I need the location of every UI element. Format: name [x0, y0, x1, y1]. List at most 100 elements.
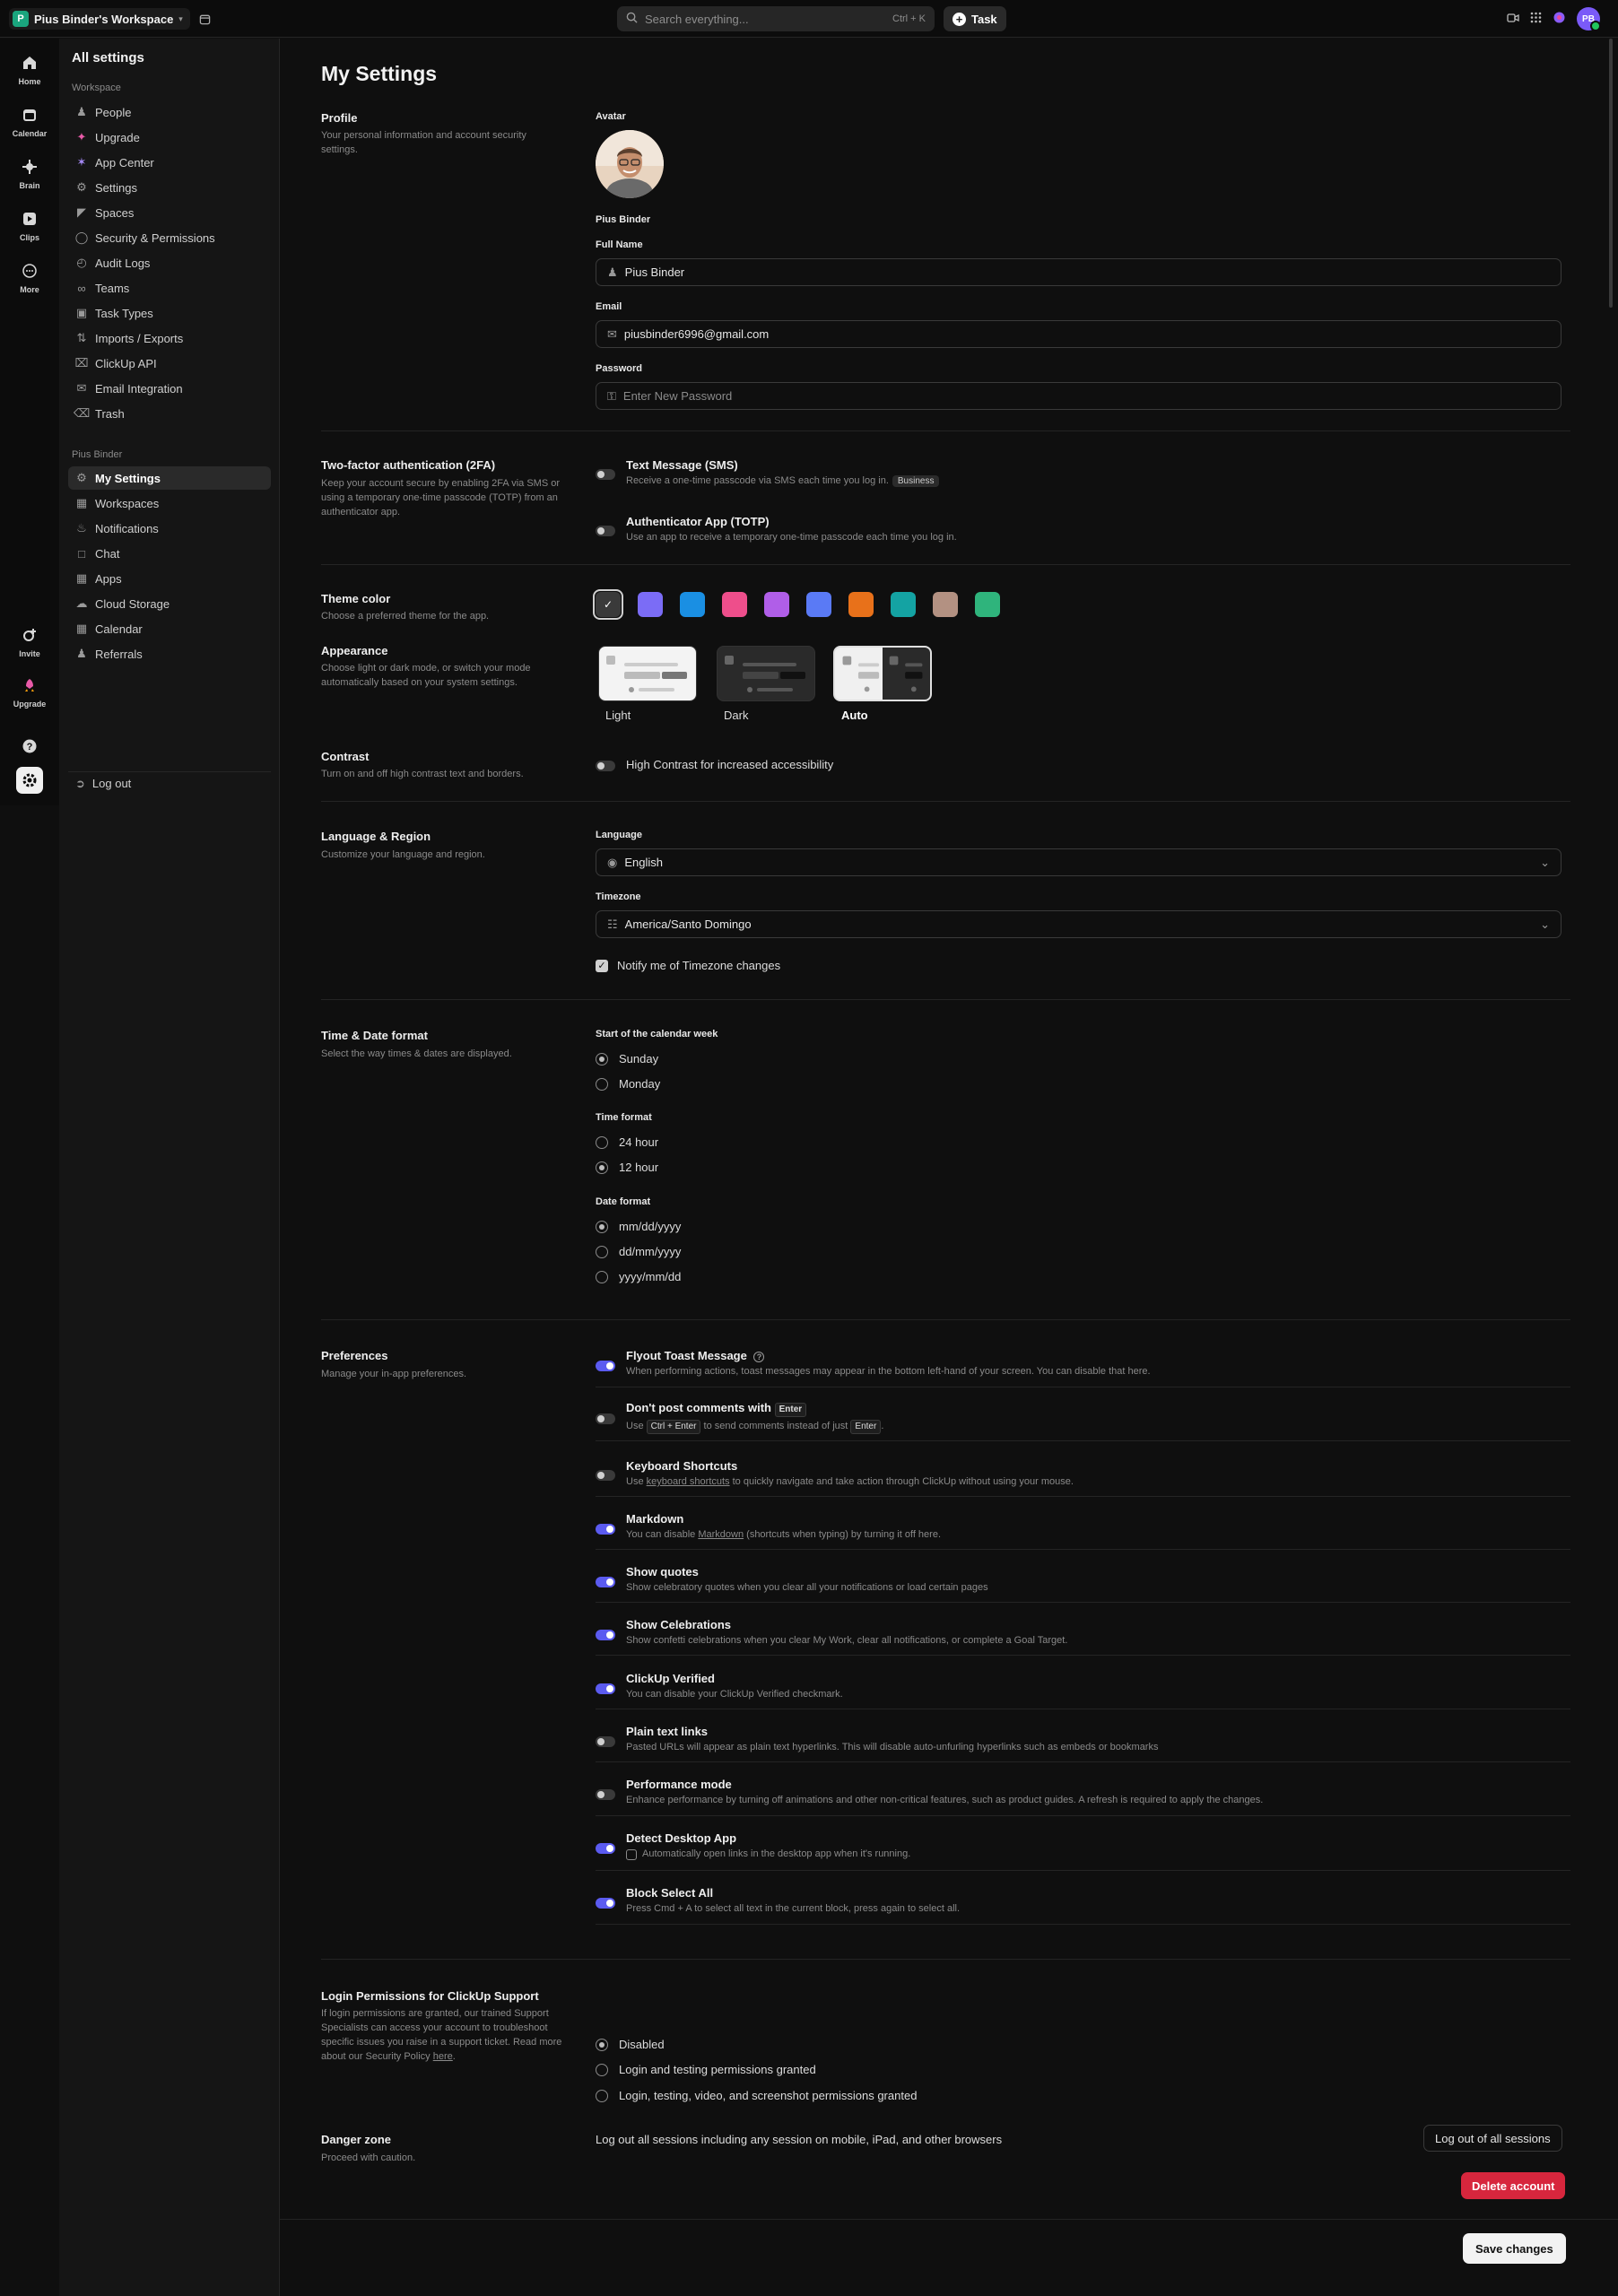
- plain-text-links-toggle[interactable]: [596, 1736, 615, 1747]
- search-placeholder: Search everything...: [645, 12, 749, 26]
- profile-avatar[interactable]: [596, 130, 664, 198]
- video-icon[interactable]: [1507, 13, 1519, 26]
- sidebar-item-notifications[interactable]: ♨ Notifications: [68, 517, 271, 540]
- rail-settings[interactable]: [0, 767, 59, 794]
- language-select[interactable]: ◉ English ⌄: [596, 848, 1561, 876]
- security-policy-link[interactable]: here: [433, 2051, 453, 2062]
- scrollbar-thumb[interactable]: [1609, 39, 1613, 308]
- totp-2fa-toggle[interactable]: [596, 526, 615, 536]
- theme-swatch-orange[interactable]: [848, 592, 874, 617]
- theme-swatch-mocha[interactable]: [933, 592, 958, 617]
- delete-account-button[interactable]: Delete account: [1461, 2172, 1566, 2199]
- password-field[interactable]: ⚿ Enter New Password: [596, 382, 1561, 410]
- sidebar-item-settings[interactable]: ⚙ Settings: [68, 176, 271, 199]
- keyboard-rest: to quickly navigate and take action thro…: [732, 1476, 1074, 1487]
- sidebar-item-people[interactable]: ♟ People: [68, 100, 271, 124]
- week-sunday-radio[interactable]: [596, 1053, 608, 1065]
- appearance-light-card[interactable]: [598, 646, 697, 701]
- section-divider: [321, 801, 1570, 802]
- notify-timezone-checkbox[interactable]: ✓: [596, 960, 608, 972]
- keyboard-shortcuts-link[interactable]: keyboard shortcuts: [647, 1476, 730, 1487]
- ai-brain-icon[interactable]: [1553, 11, 1566, 27]
- new-task-button[interactable]: + Task: [944, 6, 1006, 31]
- sidebar-item-label: Settings: [95, 180, 137, 195]
- gear-icon: ⚙: [76, 471, 87, 484]
- perm-login-testing-radio[interactable]: [596, 2064, 608, 2076]
- rail-brain[interactable]: Brain: [0, 155, 59, 190]
- appearance-dark-card[interactable]: [717, 646, 815, 701]
- perm-disabled-radio[interactable]: [596, 2039, 608, 2051]
- rail-help[interactable]: ?: [0, 735, 59, 758]
- sidebar-item-spaces[interactable]: ◤ Spaces: [68, 201, 271, 224]
- email-value: piusbinder6996@gmail.com: [623, 327, 770, 341]
- calendar-icon: [18, 103, 41, 126]
- markdown-toggle[interactable]: [596, 1524, 615, 1535]
- sidebar-item-upgrade[interactable]: ✦ Upgrade: [68, 126, 271, 149]
- sidebar-item-imports-exports[interactable]: ⇅ Imports / Exports: [68, 326, 271, 350]
- sidebar-item-app-center[interactable]: ✶ App Center: [68, 151, 271, 174]
- logout-all-sessions-button[interactable]: Log out of all sessions: [1423, 2125, 1562, 2152]
- calendar-icon[interactable]: [196, 10, 213, 28]
- rail-clips[interactable]: Clips: [0, 207, 59, 242]
- user-avatar[interactable]: PB: [1577, 7, 1601, 31]
- theme-swatch-teal[interactable]: [891, 592, 916, 617]
- sidebar-item-security[interactable]: ◯ Security & Permissions: [68, 226, 271, 249]
- theme-swatch-pink[interactable]: [722, 592, 747, 617]
- theme-swatch-indigo[interactable]: [806, 592, 831, 617]
- sidebar-item-audit-logs[interactable]: ◴ Audit Logs: [68, 251, 271, 274]
- sidebar-item-teams[interactable]: ∞ Teams: [68, 276, 271, 300]
- date-dmy-radio[interactable]: [596, 1246, 608, 1258]
- theme-swatch-green[interactable]: [975, 592, 1000, 617]
- help-icon[interactable]: ?: [753, 1352, 765, 1362]
- sidebar-item-cloud-storage[interactable]: ☁ Cloud Storage: [68, 592, 271, 615]
- high-contrast-toggle[interactable]: [596, 761, 615, 771]
- markdown-link[interactable]: Markdown: [698, 1529, 744, 1540]
- sidebar-item-my-settings[interactable]: ⚙ My Settings: [68, 466, 271, 490]
- email-field[interactable]: ✉ piusbinder6996@gmail.com: [596, 320, 1561, 348]
- rail-calendar[interactable]: Calendar: [0, 103, 59, 138]
- time-24-radio[interactable]: [596, 1136, 608, 1149]
- sidebar-item-chat[interactable]: □ Chat: [68, 542, 271, 565]
- detect-desktop-toggle[interactable]: [596, 1843, 615, 1854]
- rail-invite[interactable]: Invite: [0, 623, 59, 658]
- show-quotes-toggle[interactable]: [596, 1577, 615, 1587]
- block-select-toggle[interactable]: [596, 1898, 615, 1909]
- theme-swatch-gray[interactable]: ✓: [596, 592, 621, 617]
- performance-mode-toggle[interactable]: [596, 1789, 615, 1800]
- flyout-toast-toggle[interactable]: [596, 1361, 615, 1371]
- search-bar[interactable]: Search everything... Ctrl + K: [617, 6, 935, 31]
- sidebar-item-calendar[interactable]: ▦ Calendar: [68, 617, 271, 640]
- theme-swatch-purple[interactable]: [638, 592, 663, 617]
- date-mdy-radio[interactable]: [596, 1221, 608, 1233]
- timezone-select[interactable]: ☷ America/Santo Domingo ⌄: [596, 910, 1561, 938]
- date-ymd-radio[interactable]: [596, 1271, 608, 1283]
- dont-post-toggle[interactable]: [596, 1413, 615, 1424]
- theme-swatch-violet[interactable]: [764, 592, 789, 617]
- sidebar-item-referrals[interactable]: ♟ Referrals: [68, 642, 271, 665]
- apps-grid-icon[interactable]: [1530, 12, 1542, 26]
- sidebar-item-email-integration[interactable]: ✉ Email Integration: [68, 377, 271, 400]
- clickup-verified-toggle[interactable]: [596, 1683, 615, 1694]
- appearance-auto-label: Auto: [841, 709, 868, 722]
- rail-upgrade[interactable]: Upgrade: [0, 674, 59, 709]
- theme-swatch-blue[interactable]: [680, 592, 705, 617]
- desktop-open-links-checkbox[interactable]: [626, 1849, 637, 1860]
- sidebar-item-apps[interactable]: ▦ Apps: [68, 567, 271, 590]
- sidebar-item-workspaces[interactable]: ▦ Workspaces: [68, 491, 271, 515]
- perm-full-radio[interactable]: [596, 2090, 608, 2102]
- time-12-radio[interactable]: [596, 1161, 608, 1174]
- sidebar-item-task-types[interactable]: ▣ Task Types: [68, 301, 271, 325]
- rail-more[interactable]: More: [0, 259, 59, 294]
- appearance-auto-card[interactable]: [833, 646, 932, 701]
- sidebar-item-clickup-api[interactable]: ⌧ ClickUp API: [68, 352, 271, 375]
- sidebar-item-trash[interactable]: ⌫ Trash: [68, 402, 271, 425]
- logout-button[interactable]: ➲ Log out: [68, 771, 271, 795]
- keyboard-shortcuts-toggle[interactable]: [596, 1470, 615, 1481]
- sms-2fa-toggle[interactable]: [596, 469, 615, 480]
- save-changes-button[interactable]: Save changes: [1463, 2233, 1566, 2264]
- rail-home[interactable]: Home: [0, 51, 59, 86]
- workspace-switcher[interactable]: P Pius Binder's Workspace ▾: [9, 8, 190, 30]
- week-monday-radio[interactable]: [596, 1078, 608, 1091]
- fullname-field[interactable]: ♟ Pius Binder: [596, 258, 1561, 286]
- show-celebrations-toggle[interactable]: [596, 1630, 615, 1640]
